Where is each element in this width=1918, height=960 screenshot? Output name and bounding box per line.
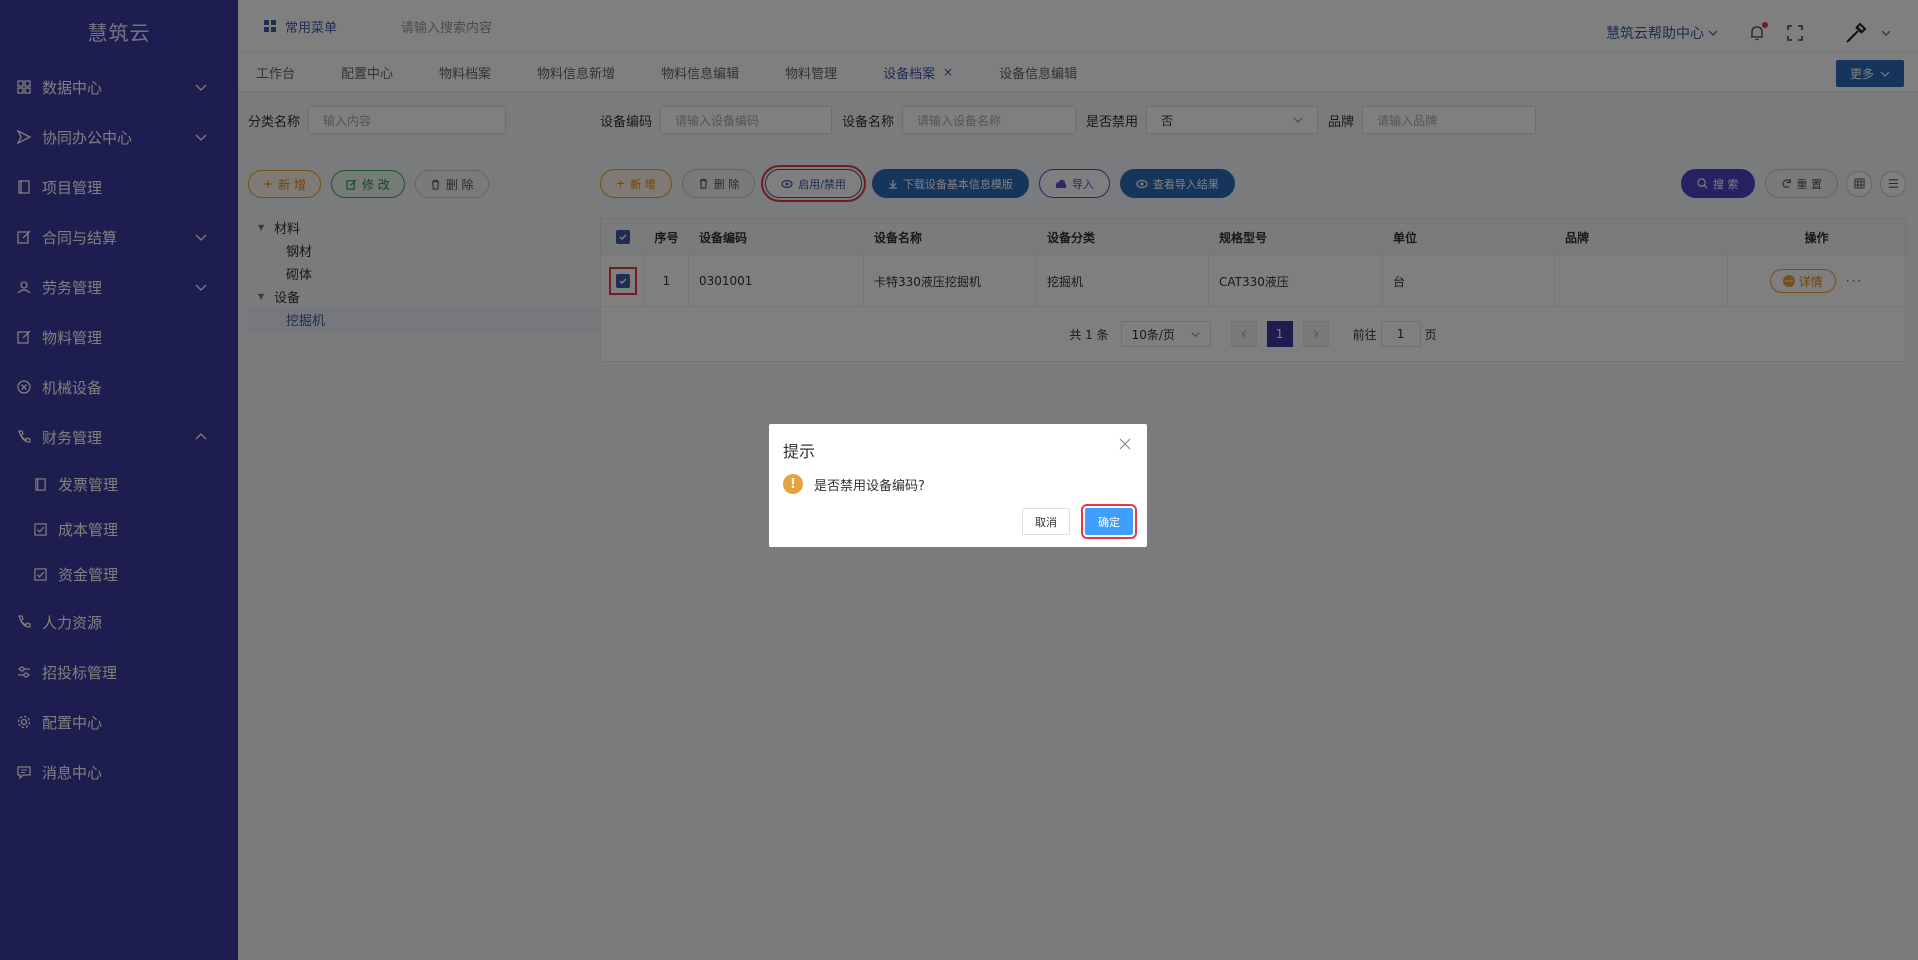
close-icon[interactable]	[1119, 438, 1131, 450]
dialog-title: 提示	[783, 442, 816, 461]
confirm-dialog: 提示 ! 是否禁用设备编码? 取消 确定	[769, 424, 1147, 547]
dialog-message-row: ! 是否禁用设备编码?	[783, 474, 1133, 494]
dialog-buttons: 取消 确定	[1022, 504, 1137, 539]
warning-icon: !	[783, 474, 803, 494]
confirm-button[interactable]: 确定	[1081, 504, 1137, 539]
cancel-button[interactable]: 取消	[1022, 508, 1070, 535]
dialog-message: 是否禁用设备编码?	[814, 478, 925, 494]
